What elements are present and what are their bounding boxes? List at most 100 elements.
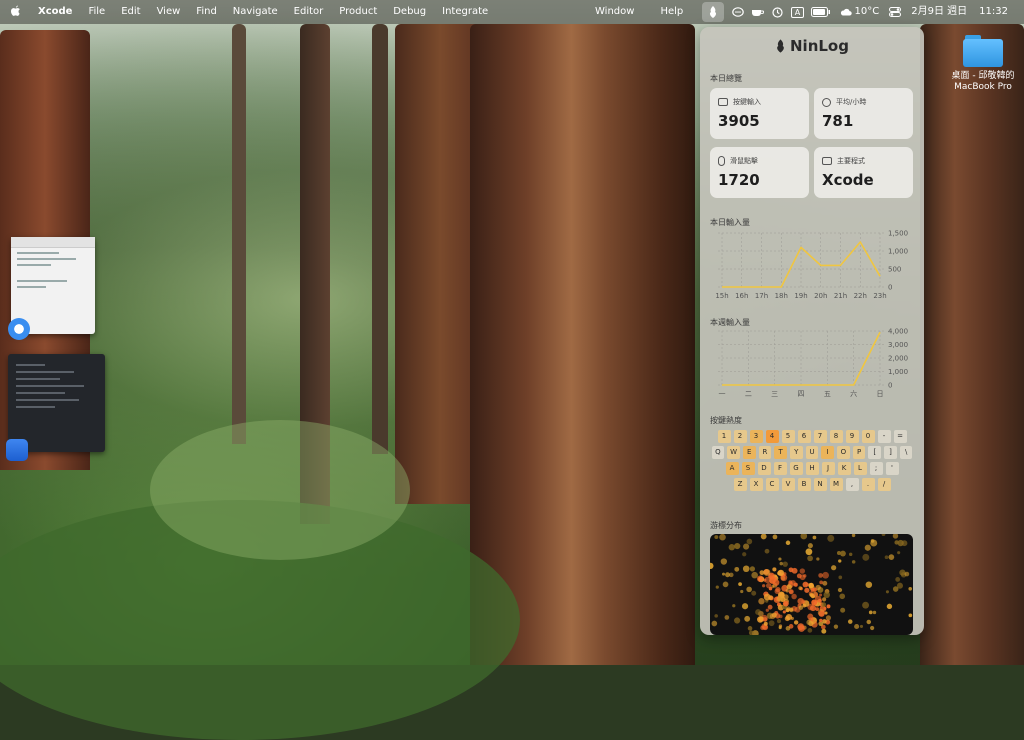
heatmap-key: P	[853, 446, 866, 459]
cursor-dot	[800, 568, 805, 573]
cursor-dot	[800, 534, 807, 539]
cursor-dot	[758, 598, 764, 604]
menu-window[interactable]: Window	[587, 0, 642, 24]
x-tick-label: 一	[719, 390, 726, 398]
desktop-folder[interactable]: 桌面 - 邱敬韓的 MacBook Pro	[950, 35, 1016, 93]
menu-help[interactable]: Help	[652, 0, 691, 24]
menu-date[interactable]: 2月9日 週日	[905, 0, 973, 24]
menu-integrate[interactable]: Integrate	[434, 0, 496, 24]
heatmap-key: E	[743, 446, 756, 459]
clock-icon[interactable]	[768, 0, 788, 24]
cursor-dot	[839, 593, 845, 599]
cursor-dot	[783, 601, 789, 607]
panel-title-text: NinLog	[790, 37, 849, 55]
cursor-dot	[908, 587, 912, 591]
xcode-window-thumbnail[interactable]	[8, 354, 105, 452]
ninlog-panel: NinLog 本日總覽 按鍵輸入 3905 平均/小時 781 滑鼠點擊 172…	[700, 27, 924, 635]
cursor-dot	[786, 589, 789, 592]
safari-icon[interactable]	[8, 318, 30, 340]
cursor-dot	[819, 581, 823, 585]
y-tick-label: 0	[888, 382, 892, 390]
heatmap-key: \	[900, 446, 913, 459]
coffee-icon[interactable]	[748, 0, 768, 24]
panel-title: NinLog	[700, 37, 924, 57]
card-value: 1720	[718, 171, 760, 189]
cursor-dot	[725, 615, 730, 620]
menu-view[interactable]: View	[149, 0, 189, 24]
today-input-chart: 1,5001,000500015h16h17h18h19h20h21h22h23…	[710, 227, 916, 302]
heatmap-key: L	[854, 462, 867, 475]
app-menu-xcode[interactable]: Xcode	[30, 0, 80, 24]
cursor-dot	[905, 572, 910, 577]
cursor-dot	[780, 562, 783, 565]
cursor-dot	[849, 553, 852, 556]
heatmap-key: 7	[814, 430, 827, 443]
cursor-dot	[818, 573, 823, 578]
cursor-dot	[743, 543, 749, 549]
folder-icon	[963, 35, 1003, 67]
ninlog-icon[interactable]	[702, 2, 724, 22]
heatmap-key: ,	[846, 478, 859, 491]
cursor-dot	[751, 572, 758, 579]
cursor-dot	[729, 573, 734, 578]
menu-find[interactable]: Find	[188, 0, 225, 24]
cursor-dot	[732, 604, 735, 607]
cursor-dot	[889, 554, 895, 560]
menu-product[interactable]: Product	[331, 0, 385, 24]
heatmap-key: W	[727, 446, 740, 459]
heatmap-key: 3	[750, 430, 763, 443]
weather-widget[interactable]: 10°C	[834, 0, 886, 24]
chat-icon[interactable]	[728, 0, 748, 24]
cursor-dot	[763, 569, 770, 576]
cursor-dot	[804, 588, 809, 593]
menu-edit[interactable]: Edit	[113, 0, 148, 24]
menu-file[interactable]: File	[80, 0, 113, 24]
cursor-distribution-map	[710, 534, 913, 635]
x-tick-label: 19h	[794, 292, 807, 300]
menu-navigate[interactable]: Navigate	[225, 0, 286, 24]
card-value: Xcode	[822, 171, 874, 189]
heatmap-key: M	[830, 478, 843, 491]
cursor-dot	[788, 580, 792, 584]
cursor-dot	[895, 577, 900, 582]
cursor-dot	[901, 540, 907, 546]
cursor-dot	[740, 590, 743, 593]
y-tick-label: 1,500	[888, 230, 908, 238]
cursor-dot	[797, 623, 803, 629]
cursor-dot	[818, 599, 822, 603]
cursor-dot	[763, 617, 767, 621]
menu-debug[interactable]: Debug	[385, 0, 434, 24]
heatmap-key: '	[886, 462, 899, 475]
input-method-icon[interactable]: A	[788, 0, 808, 24]
card-label: 平均/小時	[836, 97, 866, 107]
heatmap-key: B	[798, 478, 811, 491]
cursor-dot	[742, 603, 748, 609]
cursor-dot	[710, 563, 714, 569]
battery-icon[interactable]	[808, 0, 834, 24]
cursor-distribution-label: 游標分布	[710, 520, 742, 531]
y-tick-label: 4,000	[888, 328, 908, 336]
cursor-dot	[748, 626, 753, 631]
apple-logo-icon[interactable]	[0, 5, 30, 20]
control-center-icon[interactable]	[885, 0, 905, 24]
xcode-icon[interactable]	[6, 439, 28, 461]
key-heatmap: 1234567890-=QWERTYUIOP[]\ASDFGHJKL;'ZXCV…	[710, 430, 914, 494]
cursor-dot	[786, 626, 791, 631]
heatmap-key: G	[790, 462, 803, 475]
cursor-dot	[860, 625, 863, 628]
heatmap-key: A	[726, 462, 739, 475]
card-avg-per-hour: 平均/小時 781	[814, 88, 913, 139]
menu-time[interactable]: 11:32	[973, 0, 1014, 24]
heatmap-key: V	[782, 478, 795, 491]
ninlog-logo-icon	[775, 39, 786, 57]
card-label: 主要程式	[837, 156, 865, 166]
cursor-dot	[747, 539, 753, 545]
cursor-dot	[822, 597, 826, 601]
cursor-dot	[808, 583, 813, 588]
key-heatmap-label: 按鍵熱度	[710, 415, 742, 426]
cursor-dot	[823, 607, 826, 610]
cursor-dot	[770, 613, 776, 619]
cursor-dot	[852, 534, 855, 537]
cursor-dot	[838, 588, 842, 592]
menu-editor[interactable]: Editor	[286, 0, 332, 24]
